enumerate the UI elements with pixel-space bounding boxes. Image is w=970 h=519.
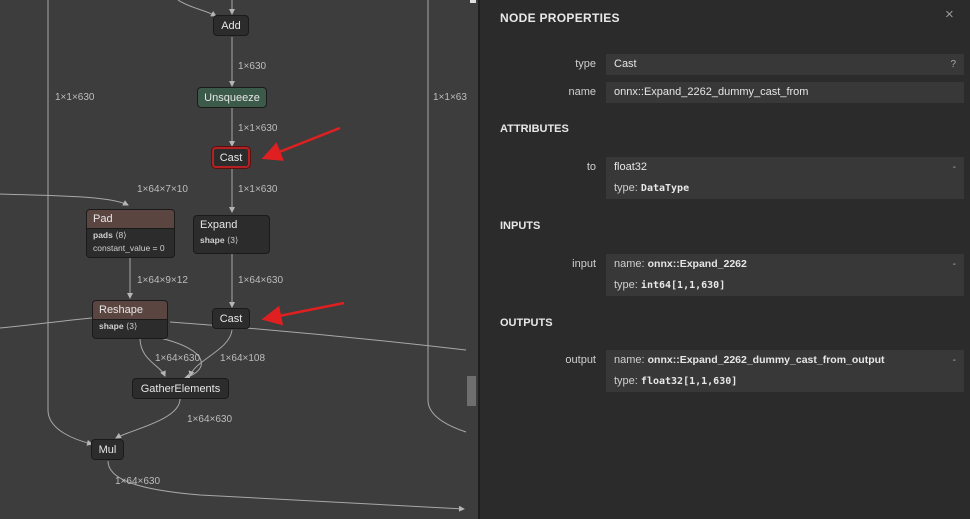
output-type-key: type: [614, 375, 638, 387]
edge-label-unsqueeze-cast: 1×1×630 [238, 123, 278, 134]
graph-scrollbar-thumb[interactable] [467, 376, 476, 406]
node-expand[interactable]: Expand shape ⟨3⟩ [193, 215, 270, 254]
node-cast-2-label: Cast [219, 312, 243, 325]
panel-title: NODE PROPERTIES [500, 11, 620, 25]
edge-label-cast-expand: 1×1×630 [238, 184, 278, 195]
node-cast-2[interactable]: Cast [212, 308, 250, 329]
attr-to-type-key: type: [614, 182, 638, 194]
node-expand-attr-name: shape [200, 235, 225, 245]
node-reshape-attr: shape ⟨3⟩ [93, 320, 167, 333]
name-value-box[interactable]: onnx::Expand_2262_dummy_cast_from [606, 82, 964, 103]
node-pad-attr-pads: pads ⟨8⟩ [87, 229, 174, 242]
attr-to-box[interactable]: float32 - type: DataType [606, 157, 964, 199]
edge-mul-out [107, 460, 465, 512]
edge-label-mul-out: 1×64×630 [115, 476, 161, 487]
edge-left-into-reshape [0, 317, 93, 329]
node-unsqueeze[interactable]: Unsqueeze [197, 87, 267, 108]
graph-edges [0, 0, 467, 512]
edge-label-pad-reshape: 1×64×9×12 [137, 275, 188, 286]
node-mul[interactable]: Mul [91, 439, 124, 460]
input-name-value: onnx::Expand_2262 [647, 258, 747, 270]
attributes-heading: ATTRIBUTES [500, 123, 569, 135]
type-value-box[interactable]: Cast? [606, 54, 964, 75]
close-icon[interactable]: × [945, 6, 954, 23]
node-reshape-attr-value: ⟨3⟩ [125, 321, 138, 331]
node-gather-elements-label: GatherElements [140, 382, 221, 395]
input-box[interactable]: name: onnx::Expand_2262 - type: int64[1,1… [606, 254, 964, 296]
node-gather-elements[interactable]: GatherElements [132, 378, 229, 399]
red-arrow-2 [261, 301, 345, 326]
name-label: name [568, 86, 596, 98]
node-add[interactable]: Add [213, 15, 249, 36]
output-name-key: name: [614, 354, 645, 366]
node-unsqueeze-label: Unsqueeze [204, 91, 260, 104]
edge-label-left-long: 1×1×630 [55, 92, 95, 103]
name-value: onnx::Expand_2262_dummy_cast_from [614, 86, 809, 98]
edge-right-long [427, 0, 467, 433]
attr-to-expand[interactable]: - [953, 157, 956, 178]
edge-label-reshape-gather: 1×64×630 [155, 353, 201, 364]
node-cast-selected-label: Cast [219, 151, 243, 164]
edge-label-add-unsqueeze: 1×630 [238, 61, 267, 72]
attr-to-value: float32 [614, 161, 648, 173]
output-box[interactable]: name: onnx::Expand_2262_dummy_cast_from_… [606, 350, 964, 392]
input-type-value: int64[1,1,630] [640, 280, 726, 291]
node-mul-label: Mul [98, 443, 117, 456]
edge-label-pad-in: 1×64×7×10 [137, 184, 188, 195]
edge-label-cast-gather: 1×64×108 [220, 353, 266, 364]
node-expand-label: Expand [200, 219, 238, 231]
node-add-label: Add [221, 19, 241, 32]
help-icon[interactable]: ? [950, 54, 956, 75]
edge-label-expand-cast: 1×64×630 [238, 275, 284, 286]
graph-corner-mark [470, 0, 476, 3]
node-properties-panel: NODE PROPERTIES × type Cast? name onnx::… [478, 0, 970, 519]
edge-into-add [177, 0, 217, 17]
node-pad-label: Pad [87, 210, 174, 229]
node-pad-attr-pads-name: pads [93, 230, 113, 240]
output-label: output [565, 354, 596, 366]
input-name-key: name: [614, 258, 645, 270]
output-expand[interactable]: - [953, 350, 956, 371]
type-value: Cast [614, 58, 637, 70]
edge-label-right-long: 1×1×63 [433, 92, 467, 103]
node-pad[interactable]: Pad pads ⟨8⟩ constant_value = 0 [86, 209, 175, 258]
attr-to-label: to [586, 161, 596, 173]
node-reshape-label: Reshape [93, 301, 167, 320]
type-label: type [575, 58, 596, 70]
outputs-heading: OUTPUTS [500, 317, 553, 329]
inputs-heading: INPUTS [500, 220, 541, 232]
output-type-value: float32[1,1,630] [640, 376, 738, 387]
node-cast-selected[interactable]: Cast [212, 147, 250, 168]
output-name-value: onnx::Expand_2262_dummy_cast_from_output [647, 354, 885, 366]
node-pad-attr-pads-value: ⟨8⟩ [115, 230, 127, 240]
edge-label-gather-mul: 1×64×630 [187, 414, 233, 425]
attr-to-type-value: DataType [640, 183, 690, 194]
node-reshape[interactable]: Reshape shape ⟨3⟩ [92, 300, 168, 339]
edge-pad-in [0, 193, 129, 206]
node-reshape-attr-name: shape [99, 321, 124, 331]
input-label: input [572, 258, 596, 270]
node-expand-attr-value: ⟨3⟩ [226, 235, 239, 245]
input-expand[interactable]: - [953, 254, 956, 275]
edge-gather-mul [115, 398, 181, 439]
node-expand-attr: shape ⟨3⟩ [194, 234, 269, 247]
input-type-key: type: [614, 279, 638, 291]
node-pad-attr-constant: constant_value = 0 [93, 243, 165, 253]
graph-canvas[interactable]: 1×630 1×1×630 1×1×63 1×1×630 1×64×7×10 1… [0, 0, 478, 519]
